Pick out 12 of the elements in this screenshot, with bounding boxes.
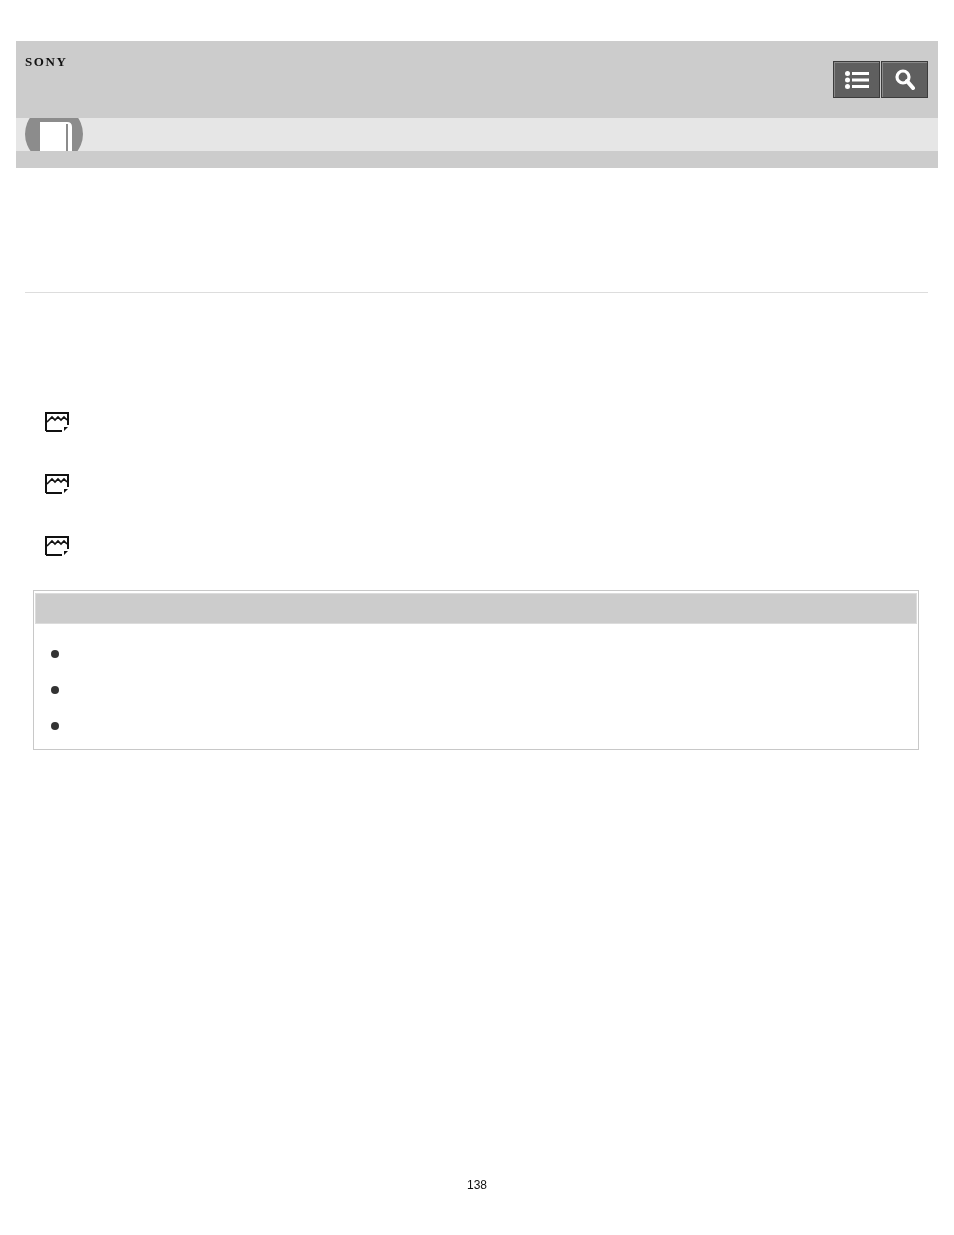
search-icon [894,69,915,90]
search-button[interactable] [881,61,928,98]
bullet-icon [51,722,59,730]
image-icon [45,412,69,432]
contents-list-button[interactable] [833,61,880,98]
sony-logo: SONY [25,55,68,68]
bullet-icon [51,650,59,658]
bullet-icon [51,686,59,694]
image-icon [45,474,69,494]
list-icon [844,70,869,89]
page-number: 138 [467,1178,487,1192]
image-icon [45,536,69,556]
